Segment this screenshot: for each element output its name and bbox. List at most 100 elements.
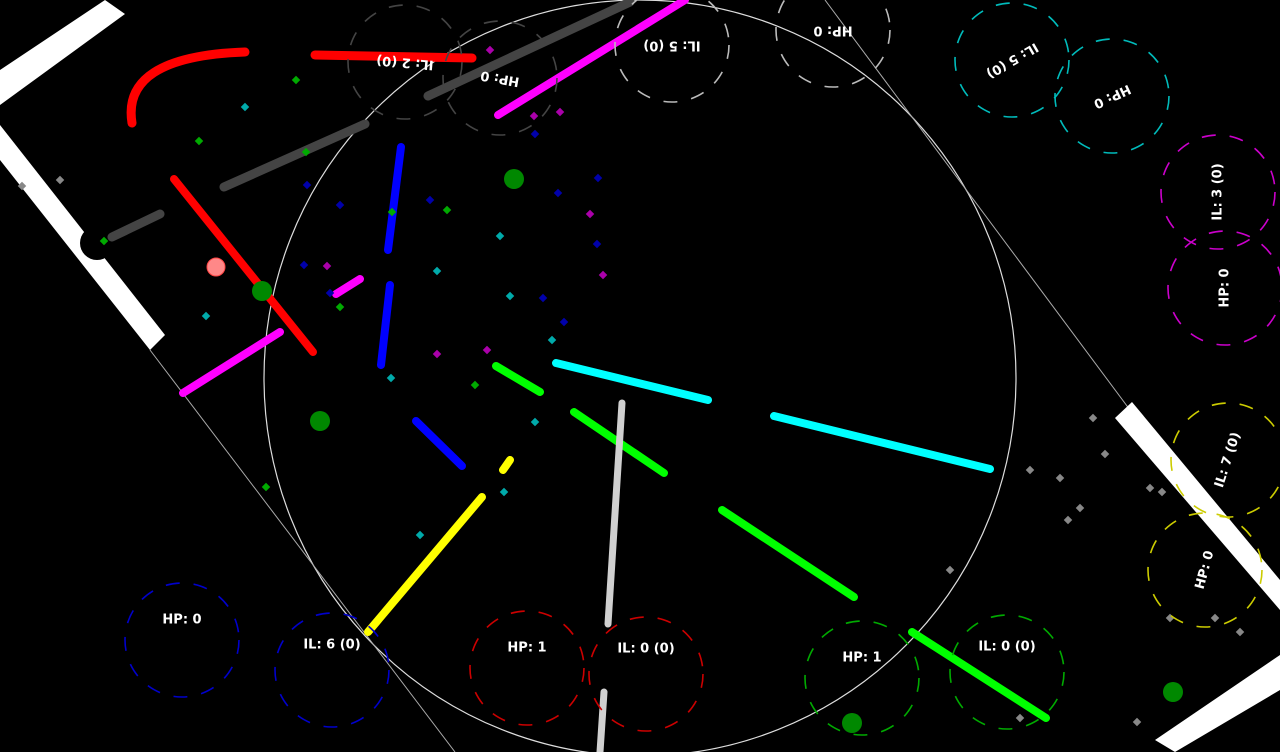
yellow-trail [499,456,514,474]
particle [485,45,495,55]
light-gray-hp-label: HP: 0 [813,23,852,38]
green-hp-label: HP: 1 [842,651,881,666]
boundary-line [149,349,456,752]
particle [592,239,602,249]
cyan-il-label: IL: 5 (0) [983,39,1040,81]
powerup-orb [1163,682,1183,702]
particle [432,266,442,276]
particle [538,293,548,303]
red-hp-ring [469,610,585,726]
blue-il-ring [274,612,390,728]
light-gray-il-label: IL: 5 (0) [643,38,700,53]
particle [530,417,540,427]
dark-gray-trail [219,119,370,192]
wall [1155,655,1280,752]
dark-gray-trail [107,209,165,242]
particle [495,231,505,241]
green-trail [492,362,544,396]
particle [553,188,563,198]
particle [335,200,345,210]
bomb-icon [206,257,226,277]
particle [291,75,301,85]
particle [55,175,65,185]
particle [529,111,539,121]
particle [593,173,603,183]
light-gray-trail [596,688,608,752]
particle [555,107,565,117]
green-hp-ring [804,620,920,736]
particle [499,487,509,497]
particle [945,565,955,575]
particle [482,345,492,355]
red-il-ring [588,616,704,732]
red-trail [170,175,317,356]
particle [442,205,452,215]
red-trail [126,47,250,128]
blue-trail [377,281,394,369]
powerup-orb [842,713,862,733]
particle [201,311,211,321]
blue-trail [412,417,466,470]
blue-hp-ring [124,582,240,698]
blue-il-label: IL: 6 (0) [303,638,360,653]
blue-trail [384,143,405,254]
particle [1210,613,1220,623]
particle [386,373,396,383]
dark-gray-hp-label: HP: 0 [479,67,520,89]
particle [1132,717,1142,727]
magenta-il-label: IL: 3 (0) [1211,163,1226,220]
light-gray-hp-ring [775,0,891,88]
particle [559,317,569,327]
particles [17,45,1245,727]
particle [240,102,250,112]
cyan-hp-label: HP: 0 [1091,81,1133,111]
magenta-hp-label: HP: 0 [1218,268,1233,307]
blue-hp-label: HP: 0 [162,613,201,628]
red-hp-label: HP: 1 [507,641,546,656]
particle [1145,483,1155,493]
red-il-label: IL: 0 (0) [617,642,674,657]
particle [299,260,309,270]
yellow-trail [364,493,486,636]
particle [505,291,515,301]
particle [1100,449,1110,459]
powerup-orb [504,169,524,189]
magenta-trail [332,275,364,298]
particle [1088,413,1098,423]
particle [1157,487,1167,497]
yellow-hp-label: HP: 0 [1193,549,1218,591]
particle [1025,465,1035,475]
particle [1063,515,1073,525]
powerup-orb [310,411,330,431]
particle [261,482,271,492]
powerup-orb [252,281,272,301]
green-trail [718,506,858,601]
particle [598,270,608,280]
cyan-trail [770,412,994,473]
arena-canvas[interactable]: HP: 0 IL: 6 (0) HP: 1 IL: 0 (0) HP: 1 IL: 0 (… [0,0,1280,752]
particle [322,261,332,271]
cyan-trail [552,359,712,404]
particle [1055,473,1065,483]
particle [425,195,435,205]
particle [415,530,425,540]
magenta-trail [179,328,284,397]
particle [530,129,540,139]
particle [432,349,442,359]
particle [335,302,345,312]
yellow-il-label: IL: 7 (0) [1212,430,1244,489]
boundary-line [824,0,1131,411]
game-arena[interactable]: HP: 0 IL: 6 (0) HP: 1 IL: 0 (0) HP: 1 IL: 0 (… [0,0,1280,752]
particle [1075,503,1085,513]
trails [107,0,1050,752]
wall-notch [80,226,114,260]
particle [547,335,557,345]
powerups [252,169,1183,733]
green-il-label: IL: 0 (0) [978,640,1035,655]
particle [1015,713,1025,723]
particle [585,209,595,219]
particle [470,380,480,390]
particle [302,180,312,190]
wall [0,0,125,105]
particle [1235,627,1245,637]
